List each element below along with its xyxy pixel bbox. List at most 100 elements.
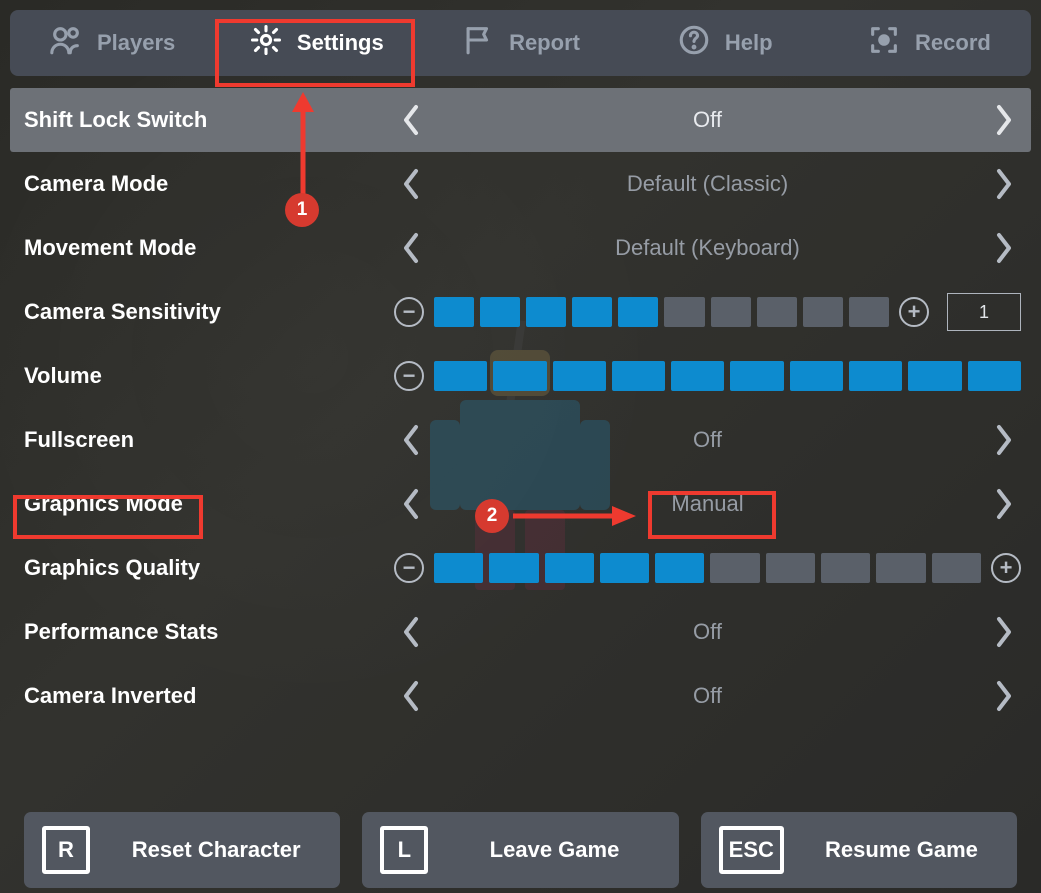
slider-segment: [821, 553, 870, 583]
setting-value: Off: [428, 683, 987, 709]
setting-label: Graphics Mode: [24, 491, 394, 517]
settings-menu: Players Settings Report: [0, 10, 1041, 893]
tab-record[interactable]: Record: [827, 10, 1031, 76]
slider-segment: [790, 361, 843, 391]
next-arrow[interactable]: [987, 615, 1021, 649]
record-icon: [867, 23, 901, 63]
button-label: Reset Character: [110, 837, 322, 863]
row-volume: Volume −: [10, 344, 1031, 408]
menu-tabbar: Players Settings Report: [10, 10, 1031, 76]
decrease-button[interactable]: −: [394, 361, 424, 391]
prev-arrow[interactable]: [394, 167, 428, 201]
tab-label: Help: [725, 30, 773, 56]
setting-label: Camera Inverted: [24, 683, 394, 709]
slider-segment: [545, 553, 594, 583]
setting-label: Graphics Quality: [24, 555, 394, 581]
slider-segment: [671, 361, 724, 391]
row-camera-mode: Camera Mode Default (Classic): [10, 152, 1031, 216]
next-arrow[interactable]: [987, 423, 1021, 457]
slider-segment: [908, 361, 961, 391]
row-graphics-quality: Graphics Quality − +: [10, 536, 1031, 600]
reset-character-button[interactable]: R Reset Character: [24, 812, 340, 888]
setting-label: Volume: [24, 363, 394, 389]
sensitivity-slider[interactable]: [434, 297, 889, 327]
button-label: Leave Game: [448, 837, 660, 863]
action-bar: R Reset Character L Leave Game ESC Resum…: [0, 812, 1041, 888]
setting-value: Default (Classic): [428, 171, 987, 197]
slider-segment: [434, 553, 483, 583]
gear-icon: [249, 23, 283, 63]
prev-arrow[interactable]: [394, 679, 428, 713]
slider-segment: [849, 361, 902, 391]
tab-report[interactable]: Report: [418, 10, 622, 76]
next-arrow[interactable]: [987, 167, 1021, 201]
tab-label: Players: [97, 30, 175, 56]
slider-segment: [618, 297, 658, 327]
prev-arrow[interactable]: [394, 423, 428, 457]
decrease-button[interactable]: −: [394, 553, 424, 583]
slider-segment: [730, 361, 783, 391]
sensitivity-value-box[interactable]: 1: [947, 293, 1021, 331]
slider-segment: [553, 361, 606, 391]
increase-button[interactable]: +: [899, 297, 929, 327]
row-graphics-mode: Graphics Mode Manual: [10, 472, 1031, 536]
setting-value: Default (Keyboard): [428, 235, 987, 261]
next-arrow[interactable]: [987, 231, 1021, 265]
help-icon: [677, 23, 711, 63]
prev-arrow[interactable]: [394, 103, 428, 137]
players-icon: [49, 23, 83, 63]
decrease-button[interactable]: −: [394, 297, 424, 327]
slider-segment: [876, 553, 925, 583]
setting-label: Shift Lock Switch: [24, 107, 394, 133]
keycap: R: [42, 826, 90, 874]
tab-label: Settings: [297, 30, 384, 56]
slider-segment: [664, 297, 704, 327]
setting-label: Camera Sensitivity: [24, 299, 394, 325]
slider-segment: [711, 297, 751, 327]
setting-value: Off: [428, 107, 987, 133]
slider-segment: [932, 553, 981, 583]
next-arrow[interactable]: [987, 103, 1021, 137]
slider-segment: [849, 297, 889, 327]
slider-segment: [480, 297, 520, 327]
setting-label: Fullscreen: [24, 427, 394, 453]
tab-help[interactable]: Help: [623, 10, 827, 76]
slider-segment: [757, 297, 797, 327]
volume-slider[interactable]: [434, 361, 1021, 391]
resume-game-button[interactable]: ESC Resume Game: [701, 812, 1017, 888]
prev-arrow[interactable]: [394, 231, 428, 265]
next-arrow[interactable]: [987, 679, 1021, 713]
settings-panel: Shift Lock Switch Off Camera Mode Defaul…: [10, 88, 1031, 728]
increase-button[interactable]: +: [991, 553, 1021, 583]
setting-label: Camera Mode: [24, 171, 394, 197]
row-camera-sensitivity: Camera Sensitivity − + 1: [10, 280, 1031, 344]
slider-segment: [600, 553, 649, 583]
button-label: Resume Game: [804, 837, 999, 863]
slider-segment: [803, 297, 843, 327]
row-camera-inverted: Camera Inverted Off: [10, 664, 1031, 728]
tab-players[interactable]: Players: [10, 10, 214, 76]
graphics-quality-slider[interactable]: [434, 553, 981, 583]
slider-segment: [526, 297, 566, 327]
setting-label: Movement Mode: [24, 235, 394, 261]
tab-label: Record: [915, 30, 991, 56]
leave-game-button[interactable]: L Leave Game: [362, 812, 678, 888]
row-movement-mode: Movement Mode Default (Keyboard): [10, 216, 1031, 280]
slider-segment: [572, 297, 612, 327]
prev-arrow[interactable]: [394, 487, 428, 521]
slider-segment: [766, 553, 815, 583]
setting-label: Performance Stats: [24, 619, 394, 645]
tab-label: Report: [509, 30, 580, 56]
prev-arrow[interactable]: [394, 615, 428, 649]
next-arrow[interactable]: [987, 487, 1021, 521]
slider-segment: [655, 553, 704, 583]
setting-value: Off: [428, 427, 987, 453]
slider-segment: [434, 361, 487, 391]
tab-settings[interactable]: Settings: [214, 10, 418, 76]
setting-value: Manual: [428, 491, 987, 517]
slider-segment: [968, 361, 1021, 391]
keycap: ESC: [719, 826, 784, 874]
slider-segment: [710, 553, 759, 583]
slider-segment: [489, 553, 538, 583]
slider-segment: [493, 361, 546, 391]
